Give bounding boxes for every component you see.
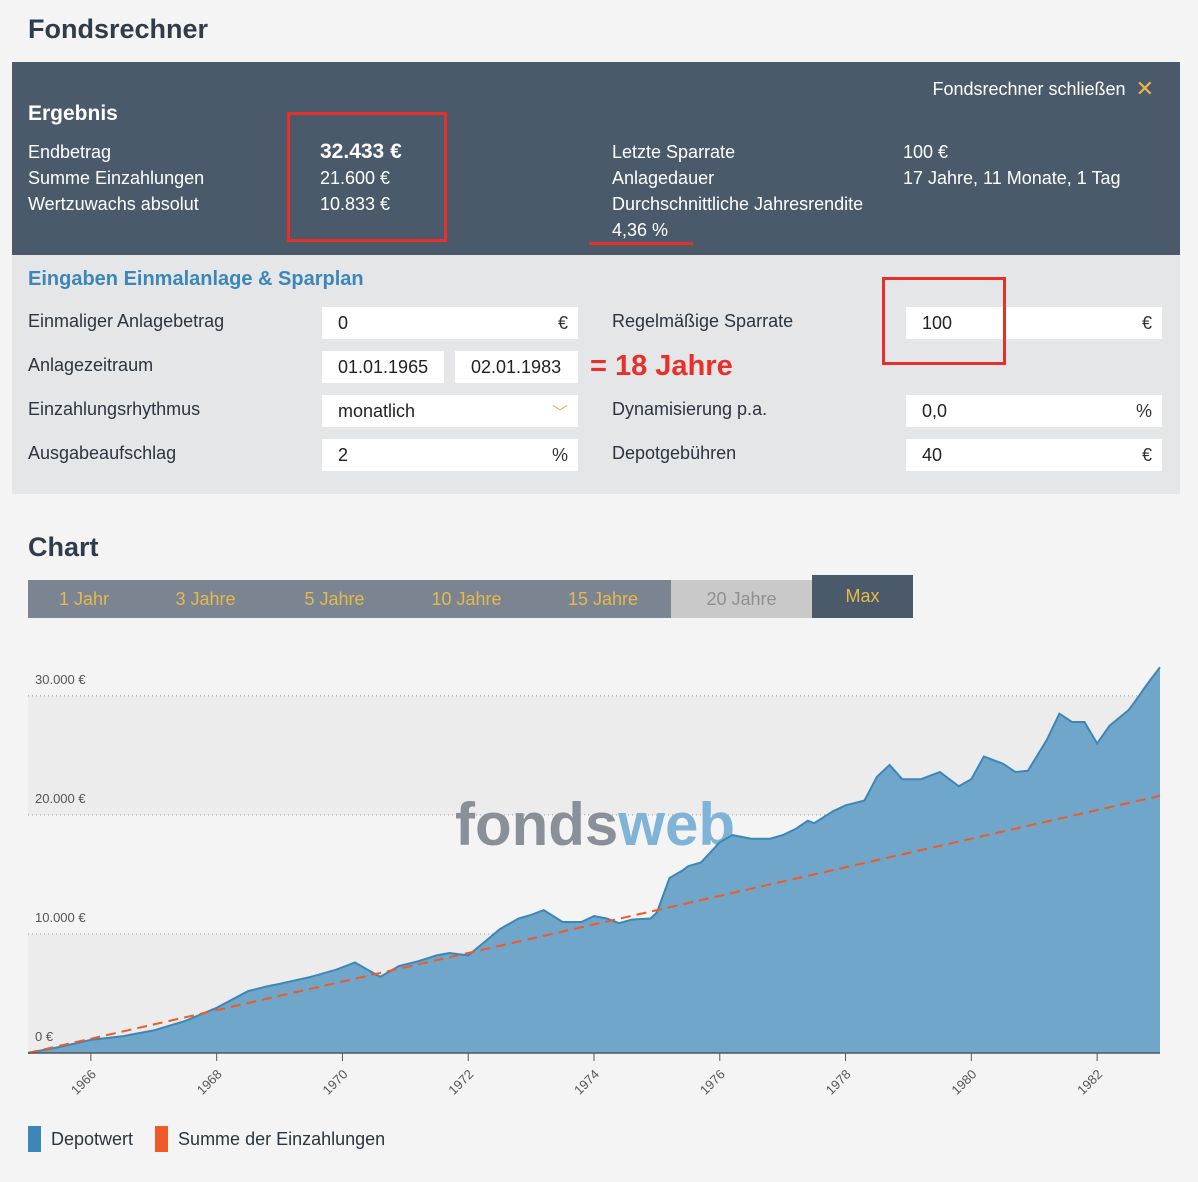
legend-item-depotwert[interactable]: Depotwert (28, 1126, 133, 1152)
legend-swatch-depotwert (28, 1126, 41, 1152)
tab-15-jahre[interactable]: 15 Jahre (535, 580, 671, 618)
x-tick-label: 1972 (445, 1067, 476, 1098)
y-tick-label: 30.000 € (35, 672, 86, 687)
dynamisierung-input[interactable]: 0,0 % (906, 395, 1162, 427)
chart-title: Chart (28, 532, 99, 562)
x-tick-label: 1968 (194, 1067, 225, 1098)
watermark-logo: fondsweb (455, 791, 735, 858)
euro-unit: € (1141, 444, 1152, 465)
annotation-box-results (287, 112, 447, 242)
legend-swatch-einzahlungen (155, 1126, 169, 1152)
result-label-endbetrag: Endbetrag (28, 142, 112, 162)
dynamisierung-value: 0,0 (922, 400, 948, 421)
label-rhythmus: Einzahlungsrhythmus (28, 399, 201, 419)
result-panel: Fondsrechner schließen ✕ Ergebnis Endbet… (12, 62, 1180, 255)
euro-unit: € (557, 312, 568, 333)
start-date-input[interactable]: 01.01.1965 (322, 351, 444, 383)
tab-20-jahre: 20 Jahre (671, 580, 812, 618)
x-tick-label: 1974 (571, 1067, 602, 1098)
portfolio-chart: 0 € 10.000 € 20.000 € 30.000 € fondsweb 196… (27, 666, 1161, 1098)
y-tick-label: 20.000 € (35, 791, 86, 806)
page-title: Fondsrechner (28, 14, 209, 44)
legend-label-depotwert: Depotwert (51, 1128, 134, 1149)
tab-3-jahre[interactable]: 3 Jahre (140, 580, 271, 618)
annotation-duration: = 18 Jahre (590, 350, 733, 382)
chart-legend: Depotwert Summe der Einzahlungen (28, 1126, 385, 1152)
einmalanlage-input[interactable]: 0 € (322, 307, 578, 339)
x-tick-label: 1970 (320, 1067, 351, 1098)
legend-label-einzahlungen: Summe der Einzahlungen (178, 1128, 386, 1149)
rhythmus-select[interactable]: monatlich ﹀ (322, 395, 578, 427)
result-label-anlagedauer: Anlagedauer (612, 168, 715, 188)
depotgebuehren-input[interactable]: 40 € (906, 439, 1162, 471)
x-tick-label: 1976 (697, 1067, 728, 1098)
label-anlagezeitraum: Anlagezeitraum (28, 355, 154, 375)
x-tick-label: 1982 (1074, 1067, 1105, 1098)
close-icon[interactable]: ✕ (1136, 78, 1154, 100)
result-value-sparrate: 100 € (903, 142, 949, 162)
label-dynamisierung: Dynamisierung p.a. (612, 399, 768, 419)
tab-max[interactable]: Max (812, 575, 913, 618)
result-label-einzahlungen: Summe Einzahlungen (28, 168, 205, 188)
chevron-down-icon: ﹀ (551, 405, 568, 422)
input-section-title: Eingaben Einmalanlage & Sparplan (28, 268, 364, 290)
percent-unit: % (551, 444, 568, 465)
tab-5-jahre[interactable]: 5 Jahre (271, 580, 398, 618)
x-tick-label: 1966 (68, 1067, 99, 1098)
y-tick-label: 10.000 € (35, 910, 86, 925)
rhythmus-value: monatlich (338, 400, 416, 421)
annotation-underline-rendite (589, 242, 693, 245)
tab-10-jahre[interactable]: 10 Jahre (398, 580, 535, 618)
y-tick-label: 0 € (35, 1029, 54, 1044)
range-tabs: 1 Jahr 3 Jahre 5 Jahre 10 Jahre 15 Jahre… (28, 575, 913, 618)
x-tick-label: 1978 (823, 1067, 854, 1098)
ausgabeaufschlag-value: 2 (338, 444, 349, 465)
ausgabeaufschlag-input[interactable]: 2 % (322, 439, 578, 471)
label-sparrate: Regelmäßige Sparrate (612, 311, 794, 331)
close-label: Fondsrechner schließen (932, 78, 1126, 99)
tab-1-jahr[interactable]: 1 Jahr (28, 580, 140, 618)
start-date-value: 01.01.1965 (338, 356, 429, 377)
end-date-value: 02.01.1983 (471, 356, 562, 377)
legend-item-einzahlungen[interactable]: Summe der Einzahlungen (155, 1126, 385, 1152)
close-calculator-link[interactable]: Fondsrechner schließen ✕ (932, 78, 1154, 100)
annotation-box-sparrate (882, 277, 1006, 365)
result-value-rendite: 4,36 % (612, 220, 669, 240)
label-ausgabeaufschlag: Ausgabeaufschlag (28, 443, 177, 463)
einmalanlage-value: 0 (338, 312, 349, 333)
depotgebuehren-value: 40 (922, 444, 943, 465)
end-date-input[interactable]: 02.01.1983 (455, 351, 578, 383)
result-title: Ergebnis (28, 102, 118, 125)
result-label-sparrate: Letzte Sparrate (612, 142, 736, 162)
x-tick-label: 1980 (948, 1067, 979, 1098)
label-depotgebuehren: Depotgebühren (612, 443, 737, 463)
result-label-rendite: Durchschnittliche Jahresrendite (612, 194, 864, 214)
result-label-wertzuwachs: Wertzuwachs absolut (28, 194, 199, 214)
euro-unit: € (1141, 312, 1152, 333)
percent-unit: % (1135, 400, 1152, 421)
result-value-anlagedauer: 17 Jahre, 11 Monate, 1 Tag (903, 168, 1121, 188)
chart-axis: 1966 1968 1970 1972 1974 1976 1978 1980 1982 (28, 1052, 1160, 1098)
label-einmalanlage: Einmaliger Anlagebetrag (28, 311, 225, 331)
